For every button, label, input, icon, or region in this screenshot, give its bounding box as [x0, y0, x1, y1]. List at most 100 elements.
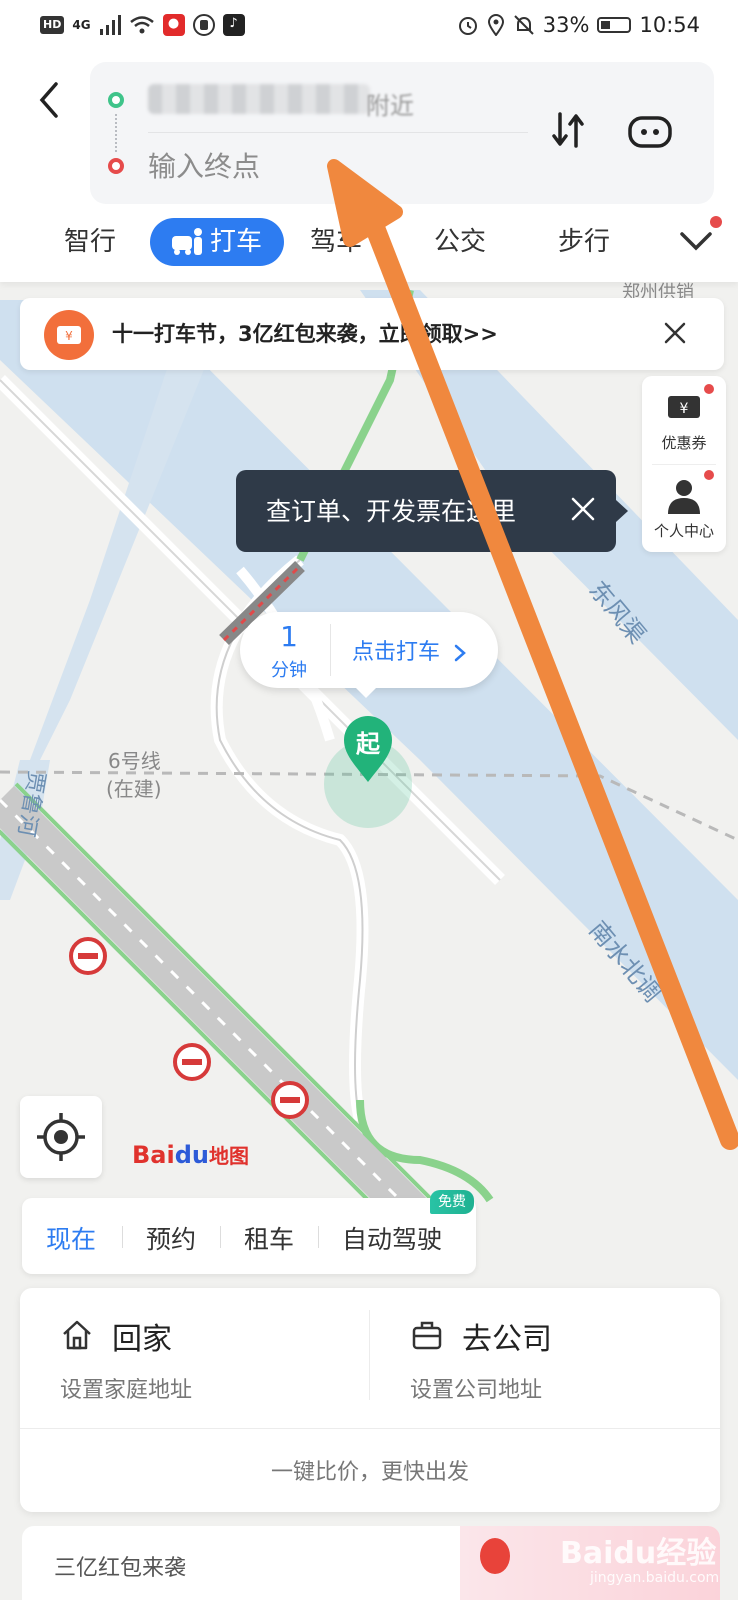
logo-map: 地图 — [208, 1144, 249, 1168]
call-taxi-bubble[interactable]: 1 分钟 点击打车 — [240, 612, 498, 698]
tab-bus[interactable]: 公交 — [434, 218, 486, 266]
clock: 10:54 — [639, 13, 700, 37]
location-icon — [487, 14, 504, 36]
notification-dot — [710, 216, 722, 228]
end-point-icon — [108, 158, 124, 174]
mode-now[interactable]: 现在 — [46, 1220, 96, 1256]
go-office-button[interactable]: 去公司 设置公司地址 — [370, 1288, 720, 1428]
profile-notification-dot — [704, 470, 714, 480]
go-home-button[interactable]: 回家 设置家庭地址 — [20, 1288, 370, 1428]
eta-value: 1 — [280, 620, 298, 653]
tiktok-icon: ♪ — [222, 14, 245, 36]
no-entry-icon — [271, 1081, 309, 1119]
promo-banner[interactable]: ¥ 十一打车节，3亿红包来袭，立即领取>> — [20, 298, 724, 370]
coupon-ticket-icon: ¥ — [668, 396, 700, 418]
tab-smart[interactable]: 智行 — [64, 218, 116, 266]
briefcase-icon — [412, 1321, 442, 1350]
taxi-person-icon — [172, 228, 202, 255]
side-panel: ¥ 优惠券 个人中心 — [642, 376, 726, 552]
order-tooltip: 查订单、开发票在这里 — [236, 470, 628, 552]
ride-mode-tabs: 现在 预约 租车 自动驾驶 免费 — [22, 1190, 476, 1274]
call-taxi-cta[interactable]: 点击打车 — [352, 634, 467, 666]
person-icon — [668, 480, 700, 514]
mode-autodrive[interactable]: 自动驾驶 — [342, 1220, 442, 1256]
mute-icon — [514, 15, 534, 35]
network-type: 4G — [72, 18, 91, 32]
tab-taxi[interactable]: 打车 — [150, 218, 284, 266]
watermark: Baidu经验 — [560, 1536, 717, 1571]
map-label-metro-status: (在建) — [106, 777, 162, 801]
swap-route-icon[interactable] — [550, 108, 590, 152]
transport-tabs: 智行 打车 驾车 公交 步行 — [0, 212, 738, 270]
input-divider — [148, 132, 528, 133]
battery-percent: 33% — [542, 13, 590, 37]
chevron-left-icon — [39, 82, 58, 118]
bottom-promo-text: 三亿红包来袭 — [54, 1556, 187, 1581]
profile-button[interactable]: 个人中心 — [642, 464, 726, 550]
bubble-divider — [330, 624, 331, 676]
tab-walk[interactable]: 步行 — [558, 218, 610, 266]
start-point-icon — [108, 92, 124, 108]
chevron-down-icon[interactable] — [678, 222, 714, 258]
hd-indicator: HD — [40, 16, 65, 34]
close-icon[interactable] — [568, 494, 598, 524]
end-input[interactable] — [148, 146, 518, 186]
coupon-icon: ¥ — [44, 310, 94, 360]
no-entry-icon — [173, 1043, 211, 1081]
mode-divider — [122, 1226, 123, 1248]
status-left: HD 4G ● ♪ — [40, 14, 245, 36]
signal-icon — [99, 15, 121, 35]
start-input[interactable] — [148, 84, 370, 114]
battery-icon — [597, 17, 632, 33]
svg-text:¥: ¥ — [65, 329, 73, 343]
locate-button[interactable] — [20, 1096, 102, 1178]
lantern-icon — [480, 1538, 510, 1574]
office-subtitle: 设置公司地址 — [410, 1378, 543, 1403]
status-right: 33% 10:54 — [457, 13, 700, 37]
watermark-url: jingyan.baidu.com — [590, 1570, 720, 1586]
tab-drive[interactable]: 驾车 — [310, 218, 362, 266]
profile-label: 个人中心 — [653, 522, 714, 540]
no-entry-icon — [69, 937, 107, 975]
svg-text:¥: ¥ — [680, 401, 689, 417]
map-label-metro: 6号线 — [108, 749, 161, 773]
microphone-icon: ● — [162, 14, 185, 36]
crosshair-icon — [37, 1113, 85, 1161]
close-icon[interactable] — [660, 318, 690, 348]
free-badge: 免费 — [430, 1190, 474, 1214]
baidu-map-logo: Baidu地图 — [132, 1140, 249, 1169]
start-input-visible-text: 附近 — [366, 92, 414, 120]
coupon-notification-dot — [704, 384, 714, 394]
office-title: 去公司 — [462, 1322, 552, 1357]
start-pin[interactable]: 起 — [340, 712, 396, 784]
route-connector — [115, 114, 117, 152]
tab-taxi-label: 打车 — [210, 227, 263, 257]
alarm-icon — [458, 17, 477, 35]
logo-du: du — [174, 1141, 209, 1169]
back-button[interactable] — [34, 80, 70, 120]
home-icon — [63, 1320, 91, 1350]
eta-unit: 分钟 — [271, 660, 307, 681]
call-taxi-label: 点击打车 — [352, 640, 441, 665]
chevron-right-icon — [454, 644, 466, 662]
coupon-label: 优惠券 — [661, 434, 707, 452]
shortcut-card: 回家 设置家庭地址 去公司 设置公司地址 一键比价，更快出发 — [20, 1288, 720, 1512]
home-subtitle: 设置家庭地址 — [60, 1378, 193, 1403]
mode-rental[interactable]: 租车 — [244, 1220, 294, 1256]
price-compare-link[interactable]: 一键比价，更快出发 — [20, 1454, 720, 1486]
home-title: 回家 — [112, 1322, 172, 1357]
start-pin-label: 起 — [356, 730, 380, 758]
mode-reserve[interactable]: 预约 — [146, 1220, 196, 1256]
wifi-icon — [129, 16, 154, 34]
route-panel: 附近 智行 打车 驾车 公交 步行 — [0, 50, 738, 282]
hand-icon — [192, 14, 215, 36]
status-bar: HD 4G ● ♪ 33% 10:54 — [0, 0, 738, 50]
route-input-box: 附近 — [90, 62, 714, 204]
mode-divider — [318, 1226, 319, 1248]
logo-bai: Bai — [132, 1141, 175, 1169]
tooltip-text: 查订单、开发票在这里 — [266, 497, 517, 526]
coupon-button[interactable]: ¥ 优惠券 — [642, 376, 726, 462]
promo-banner-text: 十一打车节，3亿红包来袭，立即领取>> — [112, 322, 498, 346]
car-icon[interactable] — [626, 112, 674, 152]
card-divider — [20, 1428, 720, 1429]
